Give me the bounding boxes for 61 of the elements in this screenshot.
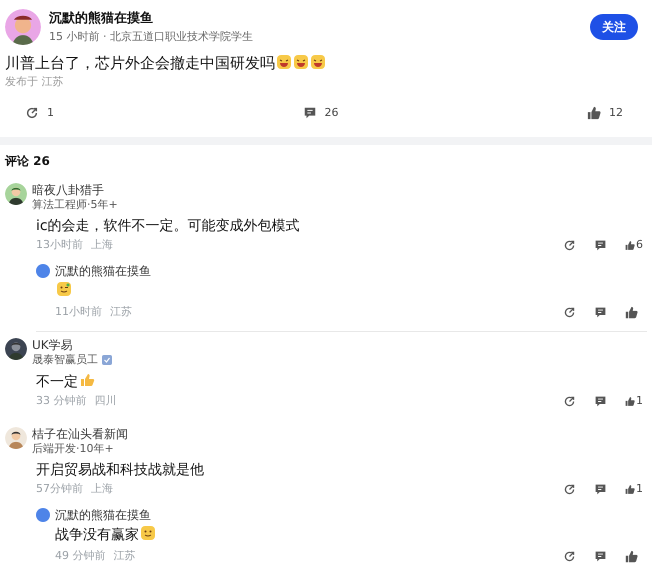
comment-location: 四川 xyxy=(94,392,116,409)
emoji-icon xyxy=(56,281,72,297)
emoji-icon xyxy=(140,525,156,541)
comment-icon[interactable] xyxy=(594,394,607,408)
repost-count: 1 xyxy=(47,104,54,121)
repost-icon[interactable] xyxy=(563,482,576,496)
comment-location: 江苏 xyxy=(110,304,132,320)
comment-author-role: 后端开发·10年+ xyxy=(32,442,114,456)
comment-time: 49 分钟前 xyxy=(55,548,106,564)
emoji-icon xyxy=(310,54,326,70)
comment-location: 上海 xyxy=(91,480,113,497)
follow-button[interactable]: 关注 xyxy=(590,14,638,40)
like-count: 1 xyxy=(636,480,643,497)
comment-icon[interactable] xyxy=(302,106,316,120)
comment-author-role: 晟泰智赢员工 xyxy=(32,353,98,367)
comment-icon[interactable] xyxy=(594,306,607,318)
thumbs-up-icon[interactable] xyxy=(625,306,638,318)
reply-text: 战争没有赢家 xyxy=(55,527,139,543)
repost-icon[interactable] xyxy=(25,106,39,120)
repost-icon[interactable] xyxy=(563,550,576,562)
thumbs-up-icon[interactable] xyxy=(625,550,638,562)
post-author: 沉默的熊猫在摸鱼 xyxy=(49,10,154,28)
comment-author: 暗夜八卦猎手 xyxy=(32,183,105,198)
reply-author: 沉默的熊猫在摸鱼 xyxy=(55,507,151,524)
comment-icon[interactable] xyxy=(594,482,607,496)
like-count: 1 xyxy=(636,392,643,409)
comments-heading: 评论 26 xyxy=(5,154,51,168)
verified-icon xyxy=(102,355,112,365)
like-count: 6 xyxy=(636,236,643,253)
comment-text: ic的会走，软件不一定。可能变成外包模式 xyxy=(36,218,300,234)
comment-author: 桔子在汕头看新闻 xyxy=(32,427,128,442)
comment-time: 57分钟前 xyxy=(36,480,83,497)
repost-icon[interactable] xyxy=(563,394,576,408)
emoji-icon xyxy=(293,54,309,70)
repost-icon[interactable] xyxy=(563,238,576,252)
thumbs-up-icon[interactable] xyxy=(625,394,635,408)
repost-icon[interactable] xyxy=(563,306,576,318)
comment-time: 33 分钟前 xyxy=(36,392,86,409)
thumbs-up-icon[interactable] xyxy=(625,482,635,496)
comment-icon[interactable] xyxy=(594,550,607,562)
comment-author: UK学易 xyxy=(32,338,74,353)
comment-time: 13小时前 xyxy=(36,236,83,253)
post-location: 发布于 江苏 xyxy=(5,75,64,89)
reply-author: 沉默的熊猫在摸鱼 xyxy=(55,263,151,280)
like-count: 12 xyxy=(609,104,623,121)
comment-icon[interactable] xyxy=(594,238,607,252)
comment-count: 26 xyxy=(324,104,338,121)
comment-text: 不一定 xyxy=(36,374,78,390)
thumbs-up-icon[interactable] xyxy=(625,238,635,252)
comment-time: 11小时前 xyxy=(55,304,102,320)
comment-location: 上海 xyxy=(91,236,113,253)
thumbs-up-emoji-icon xyxy=(79,372,95,388)
comment-location: 江苏 xyxy=(114,548,136,564)
comment-author-role: 算法工程师·5年+ xyxy=(32,198,118,212)
emoji-icon xyxy=(276,54,292,70)
comment-text: 开启贸易战和科技战就是他 xyxy=(36,462,204,478)
author-badge-icon xyxy=(36,264,50,278)
thumbs-up-icon[interactable] xyxy=(587,106,601,120)
post-meta: 15 小时前 · 北京五道口职业技术学院学生 xyxy=(49,28,254,44)
author-badge-icon xyxy=(36,508,50,522)
post-text: 川普上台了，芯片外企会撤走中国研发吗 xyxy=(5,54,275,72)
